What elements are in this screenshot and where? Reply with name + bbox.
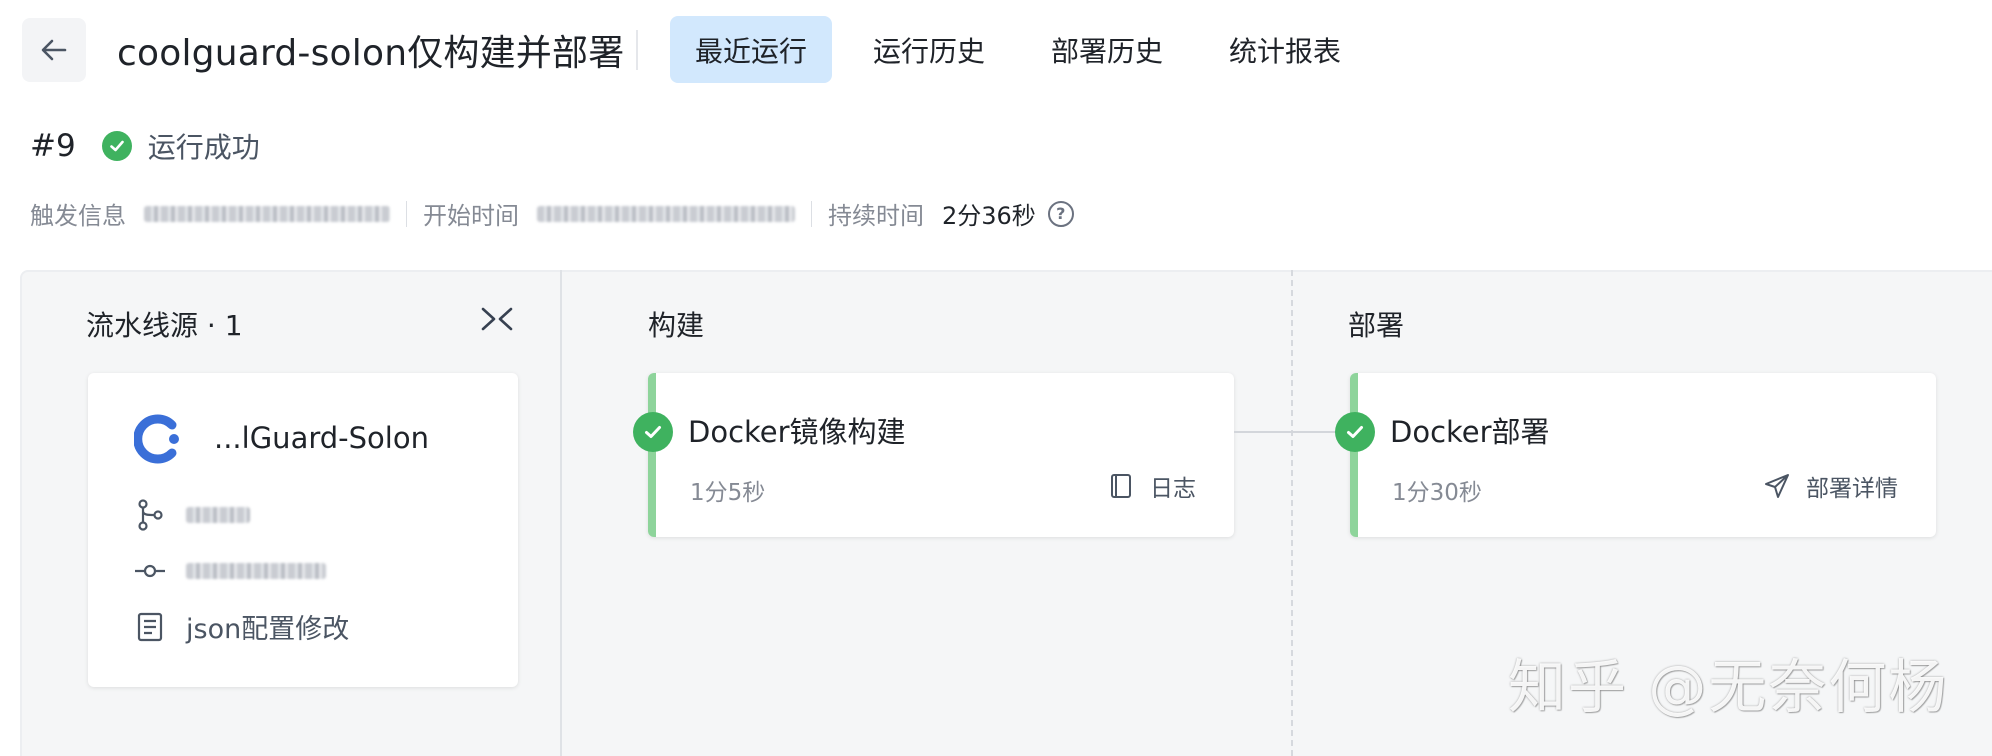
tab-deploy-history[interactable]: 部署历史 <box>1026 16 1188 83</box>
build-log-label: 日志 <box>1150 476 1196 502</box>
page-title: coolguard-solon仅构建并部署 <box>117 33 625 74</box>
build-job-duration: 1分5秒 <box>690 480 766 506</box>
tab-recent-run[interactable]: 最近运行 <box>670 16 833 83</box>
help-icon[interactable]: ? <box>1047 200 1074 227</box>
meta-divider <box>811 200 812 227</box>
source-branch-row <box>134 499 250 531</box>
duration-label: 持续时间 <box>828 202 924 230</box>
run-meta: 触发信息 开始时间 持续时间 2分36秒 ? <box>30 196 1074 231</box>
branch-icon <box>134 499 166 531</box>
commit-message: json配置修改 <box>186 614 350 645</box>
tab-bar: 最近运行 运行历史 部署历史 统计报表 <box>670 16 1382 83</box>
title-divider <box>636 30 638 70</box>
run-number: #9 <box>30 128 76 164</box>
start-time-redacted <box>537 205 795 222</box>
trigger-label: 触发信息 <box>30 202 126 230</box>
coding-logo-icon <box>134 414 179 464</box>
send-icon <box>1764 473 1790 499</box>
run-status: 运行成功 <box>147 131 260 164</box>
document-icon <box>134 611 166 643</box>
meta-divider <box>406 200 407 227</box>
deploy-success-icon <box>1335 412 1375 452</box>
source-card[interactable]: ...lGuard-Solon json配置修改 <box>88 373 518 687</box>
start-time-label: 开始时间 <box>423 202 519 230</box>
success-check-icon <box>101 131 132 161</box>
trigger-info-redacted <box>144 205 390 222</box>
job-status-accent <box>648 373 656 537</box>
source-column-title: 流水线源 · 1 <box>86 309 243 342</box>
watermark: 知乎 @无奈何杨 <box>1508 653 1949 721</box>
stage-connector <box>1234 431 1336 433</box>
build-log-link[interactable]: 日志 <box>1108 469 1196 503</box>
arrow-left-icon <box>41 39 67 61</box>
commit-icon <box>134 555 166 587</box>
source-repo-name: ...lGuard-Solon <box>214 421 429 455</box>
collapse-icon[interactable] <box>480 306 514 332</box>
deploy-details-link[interactable]: 部署详情 <box>1764 469 1898 503</box>
tab-run-history[interactable]: 运行历史 <box>848 16 1010 83</box>
job-status-accent <box>1350 373 1358 537</box>
build-success-icon <box>633 412 673 452</box>
build-job-name: Docker镜像构建 <box>688 415 906 449</box>
back-button[interactable] <box>22 18 86 82</box>
build-job-card[interactable]: Docker镜像构建 1分5秒 日志 <box>648 373 1234 537</box>
deploy-job-duration: 1分30秒 <box>1392 480 1482 506</box>
tab-statistics[interactable]: 统计报表 <box>1204 16 1366 83</box>
deploy-details-label: 部署详情 <box>1806 476 1898 502</box>
branch-name-redacted <box>186 507 250 523</box>
commit-hash-redacted <box>186 563 326 579</box>
deploy-job-card[interactable]: Docker部署 1分30秒 部署详情 <box>1350 373 1936 537</box>
deploy-job-name: Docker部署 <box>1390 415 1550 449</box>
stage-divider <box>560 270 562 756</box>
run-header: #9 运行成功 <box>30 126 260 166</box>
book-icon <box>1108 473 1134 499</box>
deploy-column-title: 部署 <box>1348 309 1405 342</box>
source-message-row: json配置修改 <box>134 607 349 646</box>
stage-divider-dashed <box>1291 270 1293 756</box>
duration-value: 2分36秒 <box>942 202 1036 230</box>
build-column-title: 构建 <box>648 309 705 342</box>
source-commit-row <box>134 555 326 587</box>
